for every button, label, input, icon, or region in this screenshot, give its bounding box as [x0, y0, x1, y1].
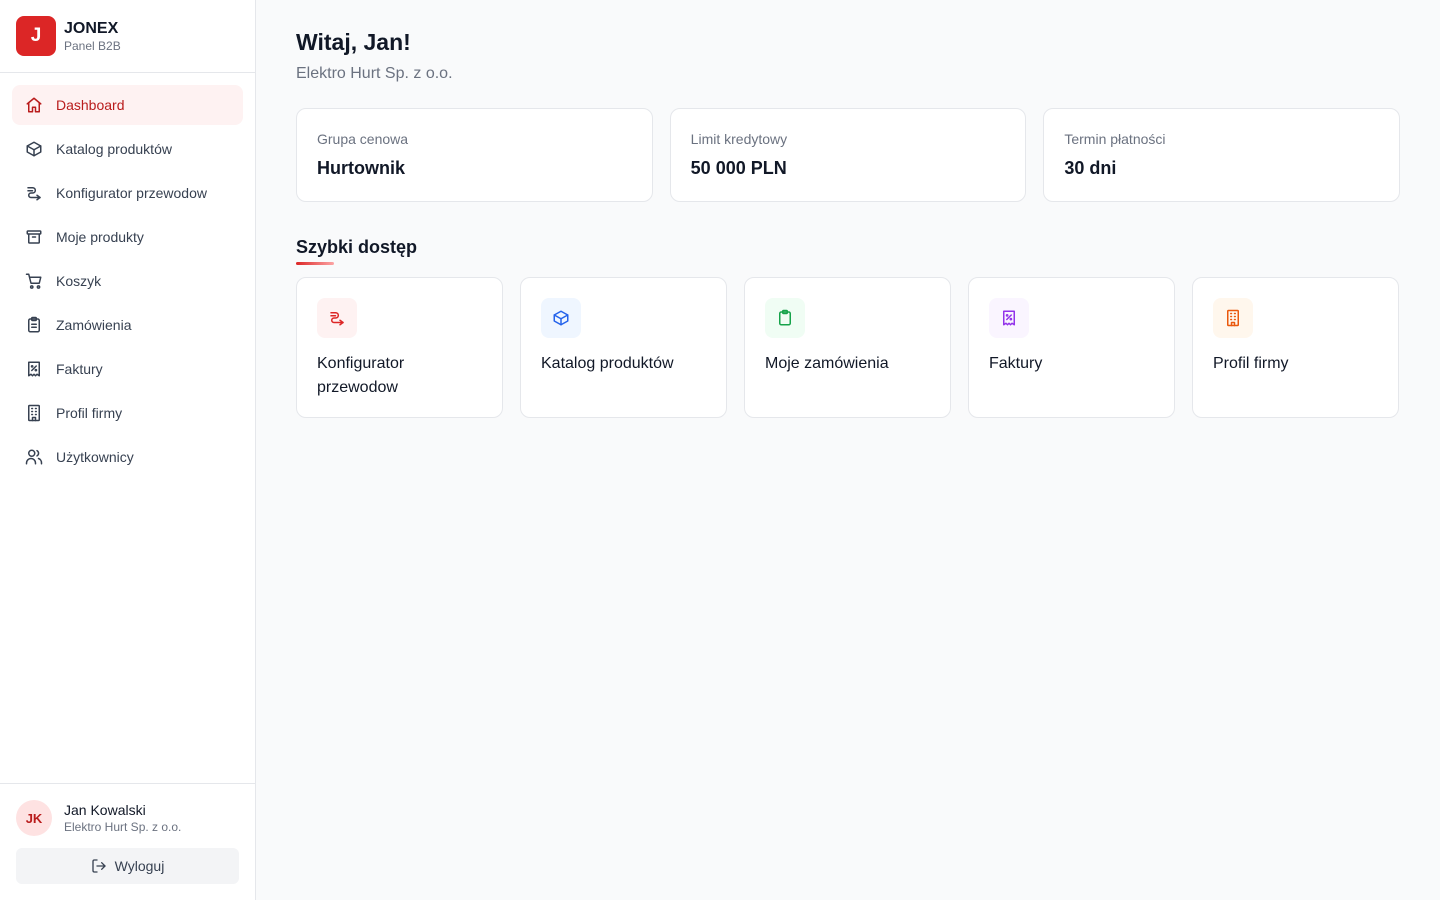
- building-icon: [24, 403, 44, 423]
- clipboard-icon: [779, 309, 791, 326]
- quick-icon-wrap: [317, 298, 357, 338]
- receipt-icon: [1003, 310, 1015, 326]
- brand-subtitle: Panel B2B: [64, 38, 121, 53]
- sidebar-item-catalog[interactable]: Katalog produktów: [12, 129, 243, 169]
- info-value: 50 000 PLN: [690, 158, 787, 178]
- brand-name: JONEX: [64, 19, 119, 37]
- user-name: Jan Kowalski: [64, 801, 146, 818]
- sidebar-item-configurator[interactable]: Konfigurator przewodow: [12, 173, 243, 213]
- quick-access-title: Szybki dostęp: [296, 237, 418, 257]
- quick-icon-wrap: [1213, 298, 1253, 338]
- box-icon: [24, 139, 44, 159]
- sidebar-item-label: Użytkownicy: [56, 449, 134, 465]
- quick-link-company-profile[interactable]: Profil firmy: [1192, 277, 1399, 418]
- quick-link-configurator[interactable]: Konfigurator przewodow: [296, 277, 503, 418]
- quick-icon-wrap: [765, 298, 805, 338]
- sidebar-item-users[interactable]: Użytkownicy: [12, 437, 243, 477]
- sidebar-item-label: Faktury: [56, 361, 103, 377]
- sidebar-item-label: Konfigurator przewodow: [56, 185, 207, 201]
- cable-icon: [24, 183, 44, 203]
- logout-button[interactable]: Wyloguj: [16, 848, 239, 884]
- brand-logo[interactable]: J: [16, 16, 56, 56]
- quick-link-label: Konfigurator przewodow: [317, 355, 405, 396]
- info-cards: Grupa cenowa Hurtownik Limit kredytowy 5…: [296, 108, 1401, 202]
- info-label: Termin płatności: [1064, 131, 1166, 147]
- logout-icon: [91, 859, 106, 873]
- cart-icon: [24, 271, 44, 291]
- brand-text: JONEX Panel B2B: [64, 19, 121, 54]
- sidebar-item-label: Moje produkty: [56, 229, 144, 245]
- sidebar-item-company-profile[interactable]: Profil firmy: [12, 393, 243, 433]
- logout-label: Wyloguj: [114, 858, 165, 874]
- page-title: Witaj, Jan!: [296, 29, 411, 55]
- sidebar-item-label: Dashboard: [56, 97, 125, 113]
- company-name: Elektro Hurt Sp. z o.o.: [296, 65, 453, 82]
- quick-link-catalog[interactable]: Katalog produktów: [520, 277, 727, 418]
- info-value: 30 dni: [1064, 158, 1117, 178]
- sidebar-item-label: Koszyk: [56, 273, 102, 289]
- receipt-icon: [24, 359, 44, 379]
- box-icon: [553, 310, 569, 326]
- archive-icon: [24, 227, 44, 247]
- quick-icon-wrap: [541, 298, 581, 338]
- info-card-price-group: Grupa cenowa Hurtownik: [296, 108, 653, 202]
- info-label: Limit kredytowy: [690, 131, 788, 147]
- sidebar-nav: Dashboard Katalog produktów Konfigurator…: [0, 73, 255, 493]
- info-value: Hurtownik: [317, 158, 405, 178]
- sidebar: J JONEX Panel B2B Dashboard Katalog prod…: [0, 0, 256, 900]
- quick-link-label: Faktury: [989, 355, 1043, 372]
- users-icon: [24, 447, 44, 467]
- sidebar-item-label: Katalog produktów: [56, 141, 172, 157]
- quick-access-grid: Konfigurator przewodow Katalog produktów…: [296, 277, 1400, 418]
- sidebar-item-cart[interactable]: Koszyk: [12, 261, 243, 301]
- user-company: Elektro Hurt Sp. z o.o.: [64, 819, 182, 834]
- user-info: Jan Kowalski Elektro Hurt Sp. z o.o.: [64, 802, 181, 835]
- sidebar-item-label: Zamówienia: [56, 317, 132, 333]
- cable-icon: [330, 312, 344, 326]
- home-icon: [24, 95, 44, 115]
- quick-link-label: Moje zamówienia: [765, 355, 889, 372]
- sidebar-item-orders[interactable]: Zamówienia: [12, 305, 243, 345]
- quick-link-invoices[interactable]: Faktury: [968, 277, 1175, 418]
- sidebar-item-dashboard[interactable]: Dashboard: [12, 85, 243, 125]
- quick-link-label: Katalog produktów: [541, 355, 674, 372]
- main-content: Witaj, Jan! Elektro Hurt Sp. z o.o. Grup…: [256, 0, 1440, 900]
- quick-link-orders[interactable]: Moje zamówienia: [744, 277, 951, 418]
- building-icon: [1227, 309, 1239, 327]
- info-label: Grupa cenowa: [317, 131, 409, 147]
- avatar: JK: [16, 800, 52, 836]
- sidebar-item-my-products[interactable]: Moje produkty: [12, 217, 243, 257]
- sidebar-item-invoices[interactable]: Faktury: [12, 349, 243, 389]
- info-card-payment-term: Termin płatności 30 dni: [1043, 108, 1401, 202]
- info-card-credit-limit: Limit kredytowy 50 000 PLN: [669, 108, 1027, 202]
- quick-link-label: Profil firmy: [1213, 355, 1289, 372]
- quick-icon-wrap: [989, 298, 1029, 338]
- section-underline: [296, 262, 334, 265]
- user-panel: JK Jan Kowalski Elektro Hurt Sp. z o.o. …: [0, 783, 255, 900]
- clipboard-icon: [24, 315, 44, 335]
- user-row: JK Jan Kowalski Elektro Hurt Sp. z o.o.: [16, 800, 239, 836]
- brand: J JONEX Panel B2B: [0, 0, 255, 73]
- sidebar-item-label: Profil firmy: [56, 405, 123, 421]
